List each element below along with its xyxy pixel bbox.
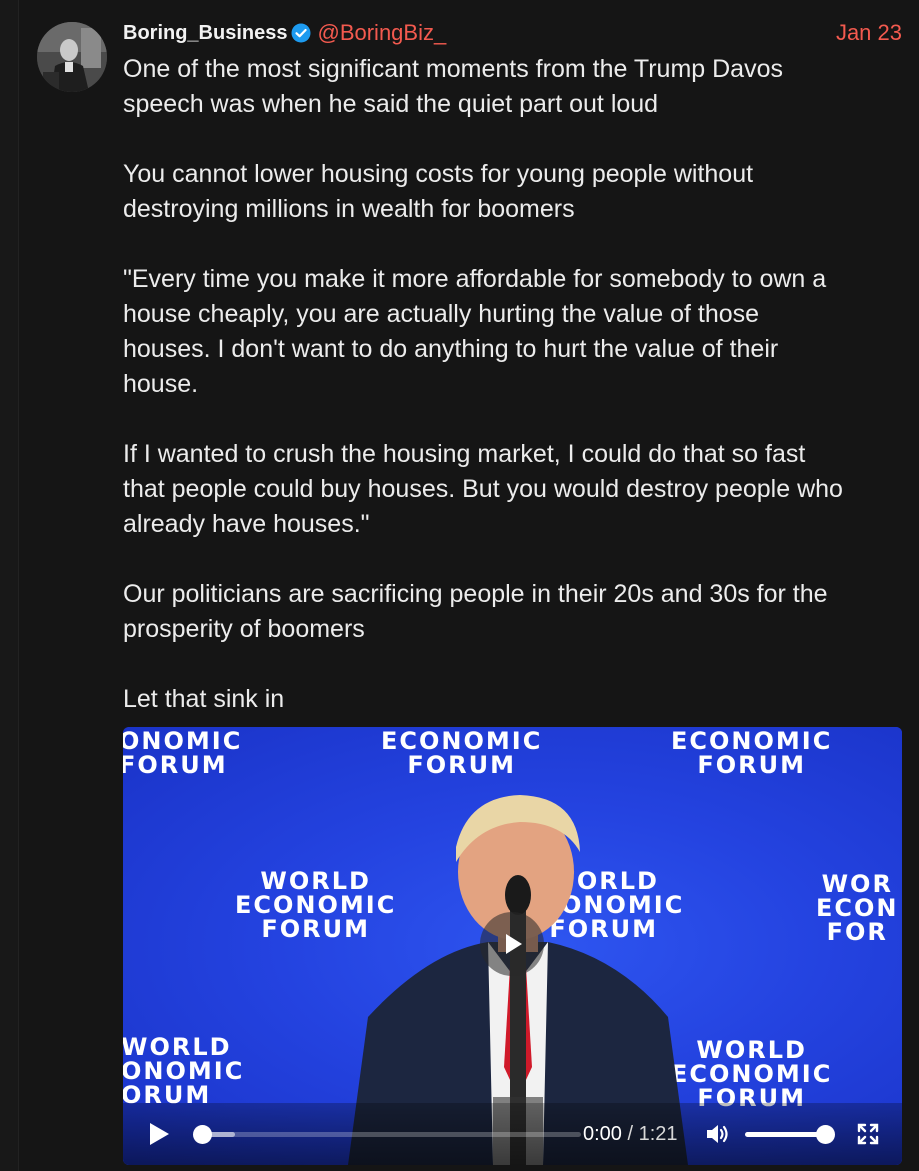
post-date[interactable]: Jan 23 bbox=[836, 20, 902, 46]
wef-logo-text: WORLD ONOMIC ORUM bbox=[123, 1033, 245, 1109]
paragraph: Our politicians are sacrificing people i… bbox=[123, 580, 828, 643]
verified-badge-icon bbox=[291, 23, 311, 43]
avatar-image bbox=[37, 22, 107, 92]
duration: 1:21 bbox=[638, 1123, 678, 1145]
video-player[interactable]: ONOMIC FORUM ECONOMIC FORUM ECONOMIC FOR… bbox=[123, 727, 902, 1165]
current-time: 0:00 bbox=[583, 1123, 622, 1145]
volume-slider[interactable] bbox=[745, 1125, 835, 1144]
paragraph: One of the most significant moments from… bbox=[123, 55, 783, 118]
seek-handle[interactable] bbox=[193, 1125, 212, 1144]
paragraph: "Every time you make it more affordable … bbox=[123, 265, 827, 398]
time-separator: / bbox=[627, 1123, 634, 1145]
wef-logo-text: WOR ECON FOR bbox=[816, 870, 899, 946]
wef-logo-text: ONOMIC FORUM bbox=[123, 727, 243, 779]
seek-bar[interactable] bbox=[193, 1125, 581, 1144]
time-display: 0:00 / 1:21 bbox=[583, 1123, 678, 1146]
play-button[interactable] bbox=[480, 912, 544, 976]
author-name[interactable]: Boring_Business bbox=[123, 22, 287, 45]
paragraph: You cannot lower housing costs for young… bbox=[123, 160, 754, 223]
video-controls: 0:00 / 1:21 bbox=[123, 1103, 902, 1165]
play-icon[interactable] bbox=[147, 1121, 171, 1147]
author-handle[interactable]: @BoringBiz_ bbox=[317, 20, 446, 46]
paragraph: If I wanted to crush the housing market,… bbox=[123, 440, 843, 538]
paragraph: Let that sink in bbox=[123, 685, 285, 713]
post-header: Boring_Business @BoringBiz_ bbox=[123, 20, 446, 46]
avatar[interactable] bbox=[37, 22, 107, 92]
post-body: One of the most significant moments from… bbox=[123, 52, 913, 717]
volume-icon[interactable] bbox=[705, 1122, 731, 1146]
play-icon bbox=[506, 934, 522, 954]
fullscreen-icon[interactable] bbox=[856, 1122, 880, 1146]
volume-handle[interactable] bbox=[816, 1125, 835, 1144]
